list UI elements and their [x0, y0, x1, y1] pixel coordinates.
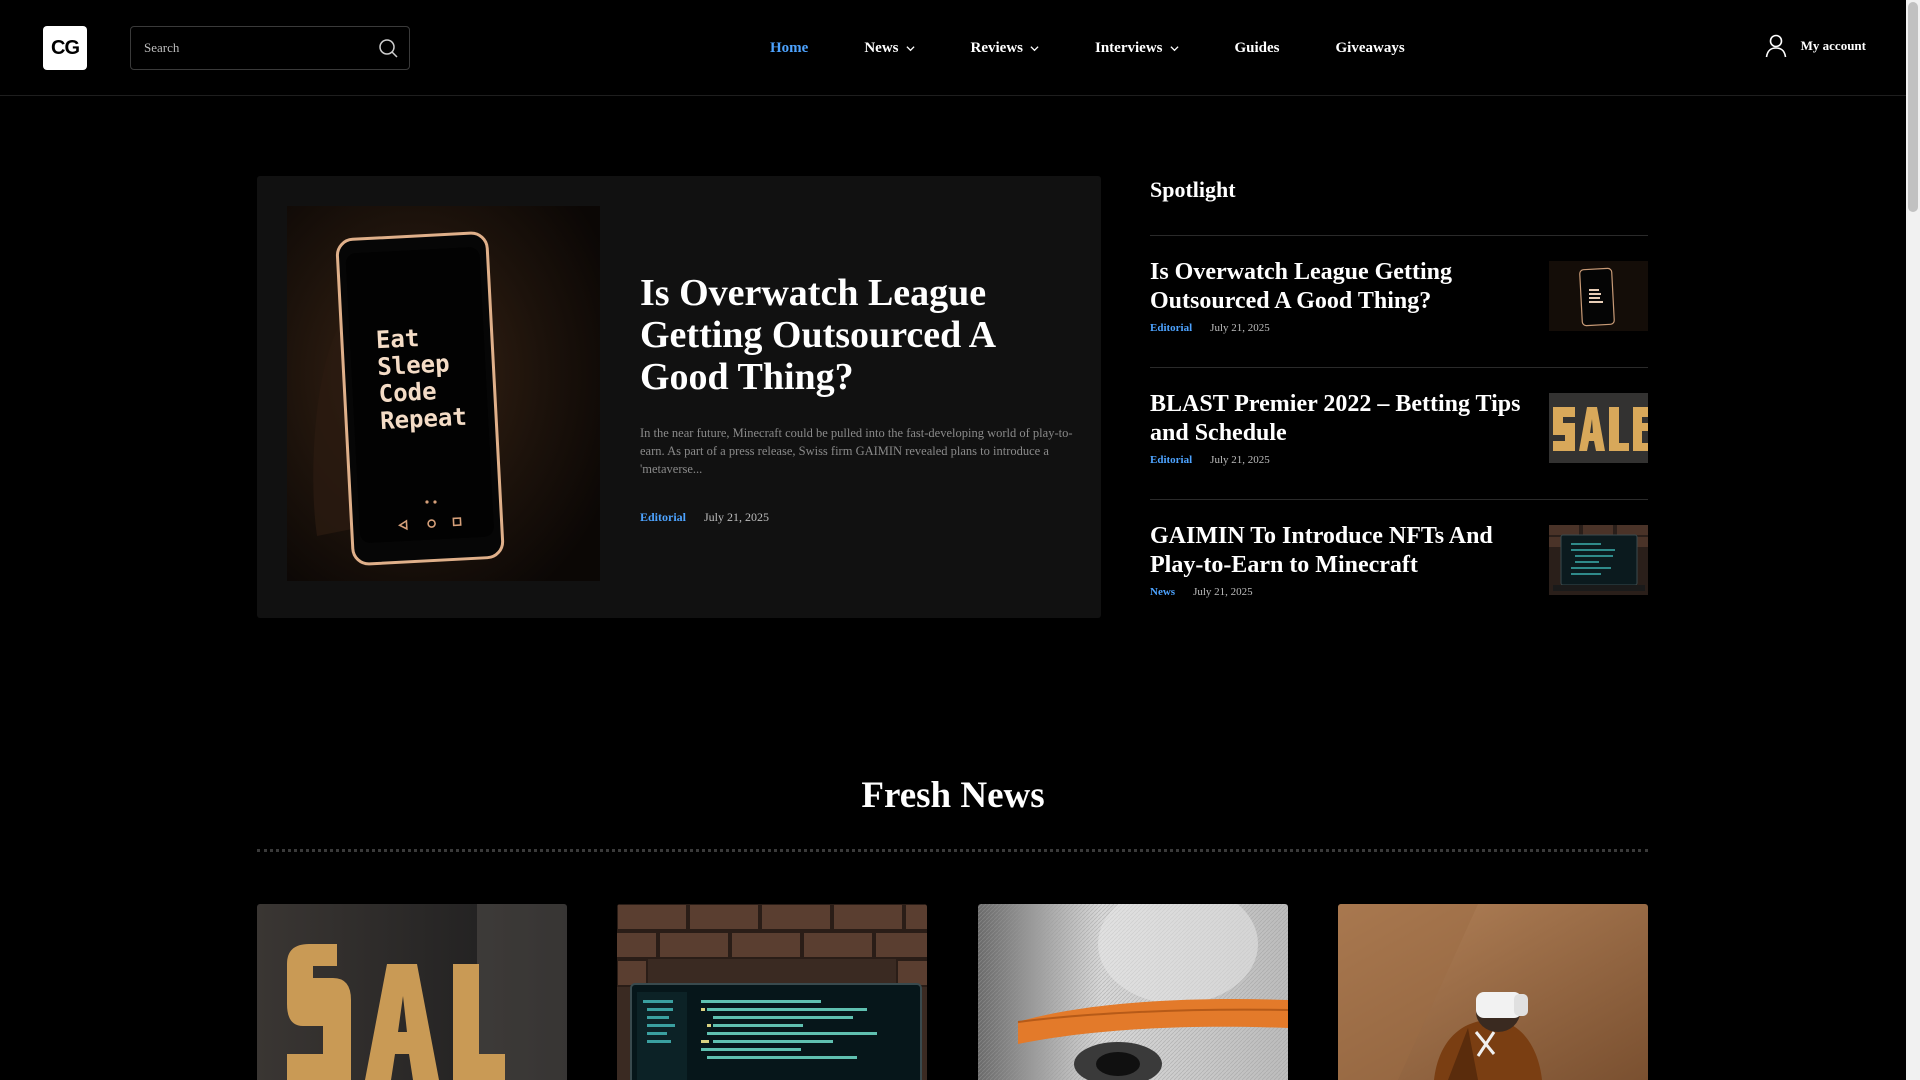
- nav-item-label: Reviews: [970, 39, 1024, 56]
- featured-text: Is Overwatch League Getting Outsourced A…: [640, 272, 1076, 525]
- phone-text-line: Code: [378, 377, 437, 408]
- laptop-thumb-image: [1549, 525, 1648, 595]
- post-meta: Editorial July 21, 2025: [1150, 454, 1270, 466]
- news-card-image[interactable]: [1338, 904, 1648, 1080]
- post-meta: Editorial July 21, 2025: [640, 510, 1076, 525]
- nav-item-label: Home: [770, 39, 809, 56]
- vr-headset-person-image: [1338, 904, 1648, 1080]
- post-date: July 21, 2025: [1210, 454, 1270, 466]
- spotlight-heading: Spotlight: [1150, 177, 1236, 202]
- featured-title[interactable]: Is Overwatch League Getting Outsourced A…: [640, 272, 1076, 398]
- post-date: July 21, 2025: [1210, 322, 1270, 334]
- dotted-divider: [257, 849, 1648, 852]
- my-account-link[interactable]: My account: [1765, 34, 1866, 58]
- chevron-down-icon: [1169, 45, 1179, 51]
- phone-photo: Eat Sleep Code Repeat: [287, 206, 600, 581]
- nav-item-guides[interactable]: Guides: [1235, 40, 1280, 57]
- spotlight-item[interactable]: Is Overwatch League Getting Outsourced A…: [1150, 236, 1648, 367]
- site-logo[interactable]: CG: [43, 26, 87, 70]
- news-card-image[interactable]: [617, 904, 927, 1080]
- phone-thumb-image: [1549, 261, 1648, 331]
- spotlight-item[interactable]: BLAST Premier 2022 – Betting Tips and Sc…: [1150, 368, 1648, 499]
- phone-text-line: Sleep: [377, 349, 451, 381]
- featured-image[interactable]: Eat Sleep Code Repeat: [287, 206, 600, 581]
- nav-item-label: Giveaways: [1335, 39, 1405, 56]
- spotlight-item-title[interactable]: BLAST Premier 2022 – Betting Tips and Sc…: [1150, 390, 1530, 448]
- spotlight-item-title[interactable]: Is Overwatch League Getting Outsourced A…: [1150, 258, 1530, 316]
- nav-item-home[interactable]: Home: [770, 40, 808, 57]
- nav-item-label: Interviews: [1095, 39, 1163, 56]
- laptop-code-image: [617, 904, 927, 1080]
- phone-text-line: Repeat: [379, 403, 467, 435]
- my-account-label: My account: [1800, 38, 1866, 53]
- nav-item-giveaways[interactable]: Giveaways: [1336, 40, 1405, 57]
- main-nav: Home News Reviews Interviews Guides Give…: [770, 0, 1461, 96]
- chevron-down-icon: [905, 45, 915, 51]
- spotlight-thumbnail[interactable]: [1549, 261, 1648, 331]
- search-input[interactable]: [131, 27, 371, 69]
- nav-item-news[interactable]: News: [864, 39, 915, 57]
- user-icon: [1765, 34, 1786, 58]
- featured-post[interactable]: Eat Sleep Code Repeat Is Overwatch Leagu…: [257, 176, 1101, 618]
- news-card-image[interactable]: [978, 904, 1288, 1080]
- featured-excerpt: In the near future, Minecraft could be p…: [640, 426, 1073, 476]
- spotlight-item[interactable]: GAIMIN To Introduce NFTs And Play-to-Ear…: [1150, 500, 1648, 631]
- category-link[interactable]: Editorial: [1150, 454, 1192, 466]
- nav-item-label: Guides: [1234, 39, 1280, 56]
- fresh-news-heading: Fresh News: [861, 775, 1045, 816]
- banknote-portrait-image: [978, 904, 1288, 1080]
- spotlight-thumbnail[interactable]: [1549, 393, 1648, 463]
- chevron-down-icon: [1030, 45, 1039, 51]
- spotlight-thumbnail[interactable]: [1549, 525, 1648, 595]
- search-icon[interactable]: [378, 38, 398, 58]
- nav-item-reviews[interactable]: Reviews: [971, 40, 1040, 57]
- sale-sign-thumb-image: [1549, 393, 1648, 463]
- category-link[interactable]: Editorial: [640, 510, 686, 525]
- phone-text-line: Eat: [375, 324, 420, 354]
- page-scrollbar[interactable]: [1906, 0, 1920, 1080]
- scrollbar-thumb[interactable]: [1908, 2, 1918, 212]
- post-date: July 21, 2025: [704, 510, 770, 524]
- category-link[interactable]: Editorial: [1150, 322, 1192, 334]
- post-meta: Editorial July 21, 2025: [1150, 322, 1270, 334]
- nav-item-interviews[interactable]: Interviews: [1095, 40, 1179, 57]
- site-header: CG Home News Reviews Interviews Guides G…: [0, 0, 1906, 96]
- sale-sign-image: [257, 904, 567, 1080]
- news-card-image[interactable]: [257, 904, 567, 1080]
- nav-item-label: News: [864, 39, 899, 56]
- post-date: July 21, 2025: [1193, 586, 1253, 598]
- post-meta: News July 21, 2025: [1150, 586, 1253, 598]
- category-link[interactable]: News: [1150, 586, 1175, 598]
- search-box[interactable]: [130, 26, 410, 70]
- spotlight-item-title[interactable]: GAIMIN To Introduce NFTs And Play-to-Ear…: [1150, 522, 1530, 580]
